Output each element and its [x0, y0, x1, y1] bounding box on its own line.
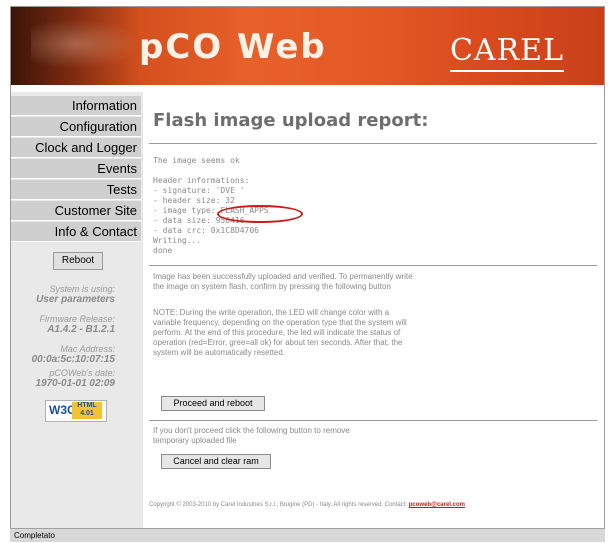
- proceed-reboot-button[interactable]: Proceed and reboot: [161, 396, 265, 411]
- divider: [149, 265, 597, 266]
- copyright-footer: Copyright © 2003-2010 by Carel Industrie…: [149, 502, 599, 508]
- status-text: The image seems ok: [153, 156, 240, 165]
- header-banner: pCO Web CAREL: [11, 7, 604, 85]
- date-label: pCOWeb's date:: [49, 368, 115, 378]
- browser-page: pCO Web CAREL Information Configuration …: [10, 6, 605, 530]
- note-text: NOTE: During the write operation, the LE…: [153, 308, 407, 357]
- upload-success-text: Image has been successfully uploaded and…: [153, 272, 413, 291]
- browser-status-bar: Completato: [10, 528, 605, 542]
- done-line: done: [153, 246, 173, 255]
- w3c-html-badge[interactable]: W3C HTML 4.01: [45, 400, 107, 422]
- signature-line: - signature: 'DVE ': [153, 186, 245, 195]
- cancel-clear-ram-button[interactable]: Cancel and clear ram: [161, 454, 271, 469]
- header-size-line: - header size: 32: [153, 196, 235, 205]
- pcoweb-logo: pCO Web: [139, 27, 327, 67]
- mac-value: 00:0a:5c:10:07:15: [31, 354, 115, 365]
- nav-events[interactable]: Events: [11, 159, 141, 179]
- carel-logo: CAREL: [449, 33, 565, 72]
- copyright-text: Copyright © 2003-2010 by Carel Industrie…: [149, 502, 408, 508]
- nav-clock-and-logger[interactable]: Clock and Logger: [11, 138, 141, 158]
- sidebar: Information Configuration Clock and Logg…: [11, 92, 143, 529]
- system-using-value: User parameters: [36, 294, 115, 305]
- page-title: Flash image upload report:: [153, 110, 429, 131]
- image-type-highlight: [217, 205, 303, 223]
- firmware-value: A1.4.2 - B1.2.1: [47, 324, 115, 335]
- cancel-info-text: If you don't proceed click the following…: [153, 426, 350, 445]
- html-version-label: HTML 4.01: [72, 402, 102, 419]
- nav-information[interactable]: Information: [11, 96, 141, 116]
- nav-configuration[interactable]: Configuration: [11, 117, 141, 137]
- header-info-label: Header informations:: [153, 176, 250, 185]
- reboot-button[interactable]: Reboot: [53, 252, 103, 270]
- writing-line: Writing...: [153, 236, 202, 245]
- data-crc-line: - data crc: 0x1C8D4706: [153, 226, 259, 235]
- status-text: Completato: [14, 531, 55, 540]
- divider: [149, 420, 597, 421]
- nav-customer-site[interactable]: Customer Site: [11, 201, 141, 221]
- main-content: Flash image upload report: The image see…: [149, 92, 599, 529]
- system-using-label: System is using:: [49, 284, 115, 294]
- nav-tests[interactable]: Tests: [11, 180, 141, 200]
- date-value: 1970-01-01 02:09: [35, 378, 115, 389]
- divider: [149, 143, 597, 144]
- nav-info-contact[interactable]: Info & Contact: [11, 222, 141, 242]
- firmware-label: Firmware Release:: [39, 314, 115, 324]
- banner-bird-image: [31, 19, 141, 69]
- mac-label: Mac Address:: [60, 344, 115, 354]
- contact-email-link[interactable]: pcoweb@carel.com: [409, 502, 465, 508]
